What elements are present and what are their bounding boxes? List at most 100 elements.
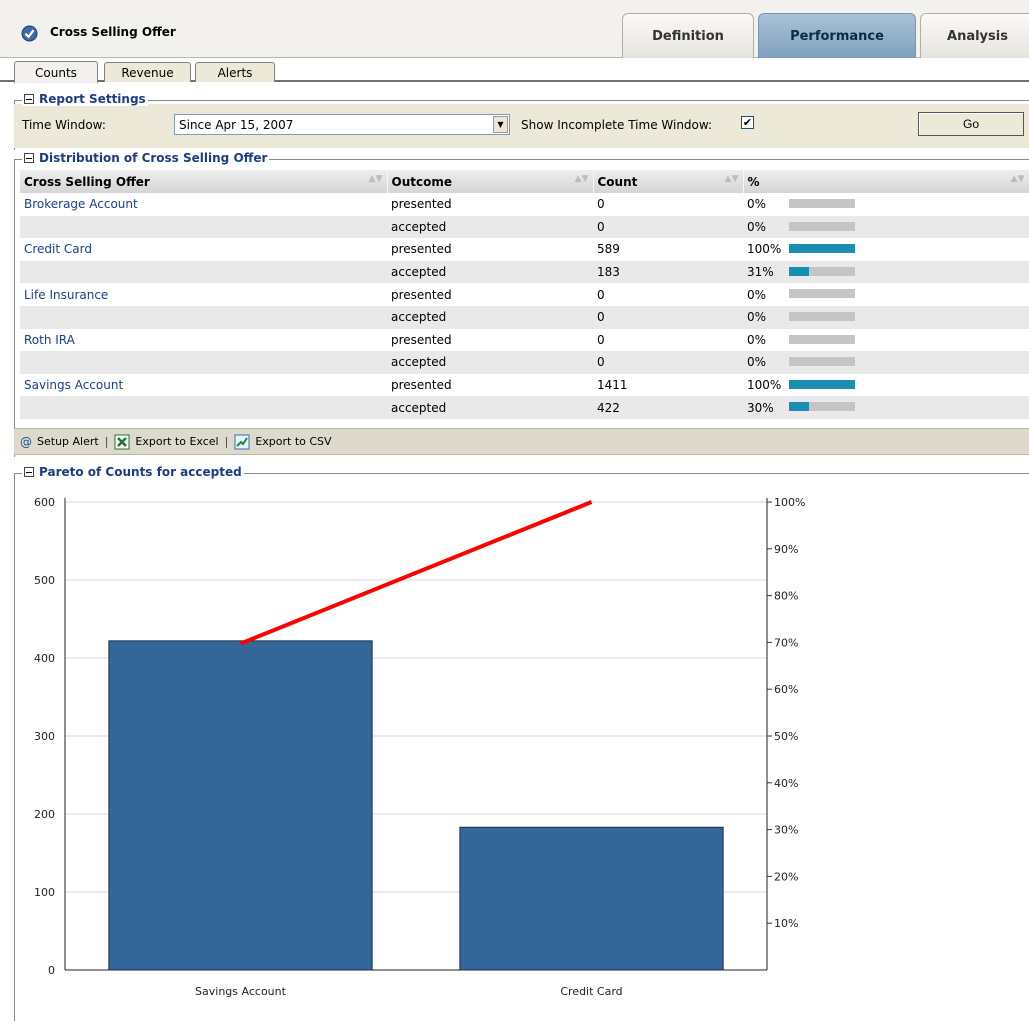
pct-bar-track (789, 289, 855, 299)
pct-text: 0% (747, 310, 767, 325)
outcome-cell: presented (387, 193, 593, 216)
collapse-icon[interactable] (24, 94, 34, 104)
offer-link[interactable]: Credit Card (24, 242, 92, 256)
tab-performance[interactable]: Performance (758, 13, 916, 58)
export-csv-label: Export to CSV (255, 435, 332, 448)
offer-cell: Credit Card (20, 238, 387, 261)
y-tick-label: 500 (34, 574, 55, 587)
pct-text: 0% (747, 332, 767, 347)
pct-cell: 0% (743, 283, 1029, 306)
outcome-cell: accepted (387, 260, 593, 284)
at-sign-icon: @ (20, 434, 32, 449)
offer-link[interactable]: Savings Account (24, 378, 123, 392)
tab-analysis[interactable]: Analysis (920, 13, 1029, 58)
distribution-title: Distribution of Cross Selling Offer (39, 151, 268, 165)
count-cell: 1411 (593, 373, 743, 397)
sort-icon[interactable]: ▲▼ (725, 174, 739, 184)
setup-alert-button[interactable]: @ Setup Alert (20, 435, 99, 449)
table-row: accepted 0 0% (20, 351, 1029, 374)
column-header-pct-label: % (747, 174, 760, 189)
offer-cell: Savings Account (20, 373, 387, 397)
column-header-outcome[interactable]: Outcome ▲▼ (387, 170, 594, 193)
pct-text: 100% (747, 242, 782, 257)
table-row: Credit Card presented 589 100% (20, 238, 1029, 261)
outcome-cell: accepted (387, 305, 593, 329)
outcome-cell: presented (387, 373, 593, 397)
pct-text: 0% (747, 197, 767, 212)
y2-tick-label: 100% (774, 496, 805, 509)
sort-icon[interactable]: ▲▼ (575, 174, 589, 184)
outcome-cell: accepted (387, 215, 593, 239)
time-window-select[interactable]: Since Apr 15, 2007 ▼ (174, 114, 510, 135)
subtab-alerts[interactable]: Alerts (195, 62, 275, 82)
pct-bar-fill (789, 266, 810, 276)
pct-bar-track (789, 402, 855, 412)
count-cell: 183 (593, 260, 743, 284)
column-header-count-label: Count (597, 174, 638, 189)
y2-tick-label: 10% (774, 917, 798, 930)
pct-text: 0% (747, 219, 767, 234)
pct-cell: 30% (743, 396, 1029, 419)
collapse-icon[interactable] (24, 153, 34, 163)
pct-bar-track (789, 311, 855, 321)
distribution-table: Cross Selling Offer ▲▼ Outcome ▲▼ Count … (20, 170, 1029, 419)
export-csv-button[interactable]: Export to CSV (234, 434, 332, 450)
subtab-bar: Counts Revenue Alerts (0, 58, 1029, 83)
subtab-counts-label: Counts (35, 65, 77, 80)
toolbar-separator: | (224, 435, 229, 448)
pct-bar-track (789, 379, 855, 389)
y2-tick-label: 20% (774, 870, 798, 883)
time-window-label: Time Window: (22, 118, 106, 132)
offer-cell (20, 305, 387, 329)
go-button[interactable]: Go (918, 112, 1024, 136)
pct-text: 0% (747, 355, 767, 370)
count-cell: 0 (593, 305, 743, 329)
time-window-value: Since Apr 15, 2007 (179, 118, 294, 132)
header-bar: Cross Selling Offer Definition Performan… (0, 0, 1029, 58)
count-cell: 422 (593, 396, 743, 419)
tab-definition-label: Definition (652, 28, 724, 44)
export-excel-button[interactable]: Export to Excel (114, 434, 219, 450)
column-header-count[interactable]: Count ▲▼ (593, 170, 744, 193)
y2-tick-label: 60% (774, 683, 798, 696)
table-row: Roth IRA presented 0 0% (20, 328, 1029, 352)
offer-link[interactable]: Roth IRA (24, 333, 75, 347)
column-header-pct[interactable]: % ▲▼ (743, 170, 1029, 193)
offer-link[interactable]: Brokerage Account (24, 197, 138, 211)
outcome-cell: presented (387, 238, 593, 261)
incomplete-window-checkbox[interactable]: ✔ (741, 116, 754, 129)
tab-analysis-label: Analysis (947, 28, 1008, 44)
pct-bar-track (789, 357, 855, 367)
chevron-down-icon[interactable]: ▼ (493, 116, 508, 133)
distribution-header[interactable]: Distribution of Cross Selling Offer (22, 151, 270, 165)
report-settings-title: Report Settings (39, 92, 146, 106)
table-row: Life Insurance presented 0 0% (20, 283, 1029, 306)
y2-tick-label: 70% (774, 636, 798, 649)
y-tick-label: 0 (48, 964, 55, 977)
incomplete-window-label: Show Incomplete Time Window: (521, 118, 713, 132)
table-header-row: Cross Selling Offer ▲▼ Outcome ▲▼ Count … (20, 170, 1029, 193)
offer-cell (20, 260, 387, 284)
y2-tick-label: 90% (774, 543, 798, 556)
pct-bar-track (789, 266, 855, 276)
y2-tick-label: 80% (774, 590, 798, 603)
y-tick-label: 400 (34, 652, 55, 665)
outcome-cell: accepted (387, 351, 593, 374)
offer-link[interactable]: Life Insurance (24, 288, 108, 302)
sort-icon[interactable]: ▲▼ (369, 174, 383, 184)
sort-icon[interactable]: ▲▼ (1011, 174, 1025, 184)
table-row: accepted 183 31% (20, 260, 1029, 284)
pct-cell: 0% (743, 351, 1029, 374)
subtab-revenue[interactable]: Revenue (104, 62, 191, 82)
outcome-cell: accepted (387, 396, 593, 419)
bar-credit-card (459, 826, 724, 971)
distribution-table-body: Brokerage Account presented 0 0% accepted 0 0%… (20, 193, 1029, 419)
y2-tick-label: 30% (774, 824, 798, 837)
pct-text: 30% (747, 400, 774, 415)
tab-definition[interactable]: Definition (622, 13, 754, 58)
column-header-offer[interactable]: Cross Selling Offer ▲▼ (20, 170, 388, 193)
table-row: Brokerage Account presented 0 0% (20, 193, 1029, 216)
export-excel-label: Export to Excel (135, 435, 219, 448)
subtab-counts[interactable]: Counts (14, 61, 98, 83)
report-settings-header[interactable]: Report Settings (22, 92, 148, 106)
